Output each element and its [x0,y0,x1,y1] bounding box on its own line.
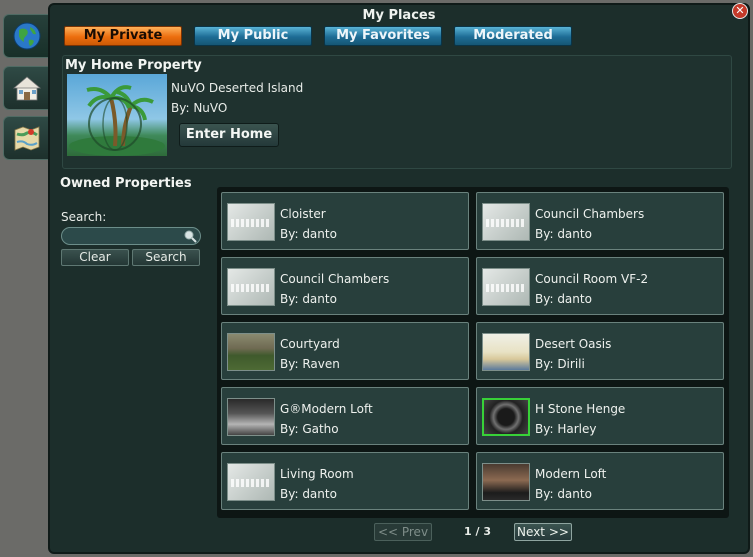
home-property-owner: By: NuVO [171,101,228,115]
my-places-window: My Places ✕ My Private My Public My Favo… [48,3,750,554]
home-thumbnail [67,74,167,156]
courtyard-thumbnail [227,333,275,371]
property-name: Council Room VF-2 [535,272,649,286]
home-property-name: NuVO Deserted Island [171,81,304,95]
awaiting-photo-thumbnail [482,268,530,306]
property-owner: By: Raven [280,357,340,371]
close-button[interactable]: ✕ [732,3,748,19]
awaiting-photo-thumbnail [227,268,275,306]
side-tab-map[interactable] [3,116,49,160]
search-input[interactable] [61,227,201,245]
property-owner: By: Gatho [280,422,339,436]
property-card[interactable]: G®Modern Loft By: Gatho [221,387,469,445]
property-owner: By: danto [280,292,337,306]
property-name: Council Chambers [535,207,645,221]
property-owner: By: Harley [535,422,597,436]
tab-my-public[interactable]: My Public [194,26,312,46]
property-card[interactable]: Cloister By: danto [221,192,469,250]
property-card[interactable]: Council Room VF-2 By: danto [476,257,724,315]
tab-my-private[interactable]: My Private [64,26,182,46]
property-name: H Stone Henge [535,402,626,416]
tab-bar: My Private My Public My Favorites Modera… [64,26,572,46]
map-icon [14,126,39,151]
property-owner: By: danto [280,227,337,241]
tab-moderated[interactable]: Moderated [454,26,572,46]
search-label: Search: [61,210,107,224]
next-page-button[interactable]: Next >> [514,523,572,541]
modern-loft-thumbnail [482,463,530,501]
property-card[interactable]: Desert Oasis By: Dirili [476,322,724,380]
search-button[interactable]: Search [132,249,200,266]
property-owner: By: danto [535,487,592,501]
enter-home-button[interactable]: Enter Home [179,123,279,147]
prev-page-button[interactable]: << Prev [374,523,432,541]
property-name: Desert Oasis [535,337,612,351]
awaiting-photo-thumbnail [482,203,530,241]
property-owner: By: Dirili [535,357,585,371]
stone-henge-thumbnail [482,398,530,436]
property-card[interactable]: Courtyard By: Raven [221,322,469,380]
property-name: Cloister [280,207,326,221]
globe-icon [13,22,40,50]
house-icon [12,76,41,101]
desert-oasis-thumbnail [482,333,530,371]
awaiting-photo-thumbnail [227,463,275,501]
property-card[interactable]: H Stone Henge By: Harley [476,387,724,445]
property-name: G®Modern Loft [280,402,373,416]
awaiting-photo-thumbnail [227,203,275,241]
clear-button[interactable]: Clear [61,249,129,266]
tab-my-favorites[interactable]: My Favorites [324,26,442,46]
property-card[interactable]: Council Chambers By: danto [221,257,469,315]
modern-loft-thumbnail [227,398,275,436]
property-name: Council Chambers [280,272,390,286]
side-tab-globe[interactable] [3,14,49,58]
window-title: My Places [362,8,436,23]
property-owner: By: danto [535,292,592,306]
properties-grid: Cloister By: danto Council Chambers By: … [217,187,729,518]
property-name: Modern Loft [535,467,607,481]
property-owner: By: danto [280,487,337,501]
search-icon [184,230,197,243]
side-tab-home[interactable] [3,66,49,110]
property-owner: By: danto [535,227,592,241]
island-image [69,85,165,156]
home-section-title: My Home Property [65,58,202,73]
page-indicator: 1 / 3 [464,525,491,538]
home-property-panel: My Home Property NuVO Deserted Island By… [62,55,732,169]
property-card[interactable]: Modern Loft By: danto [476,452,724,510]
property-card[interactable]: Council Chambers By: danto [476,192,724,250]
property-name: Living Room [280,467,354,481]
owned-section-title: Owned Properties [60,176,192,191]
property-name: Courtyard [280,337,340,351]
property-card[interactable]: Living Room By: danto [221,452,469,510]
